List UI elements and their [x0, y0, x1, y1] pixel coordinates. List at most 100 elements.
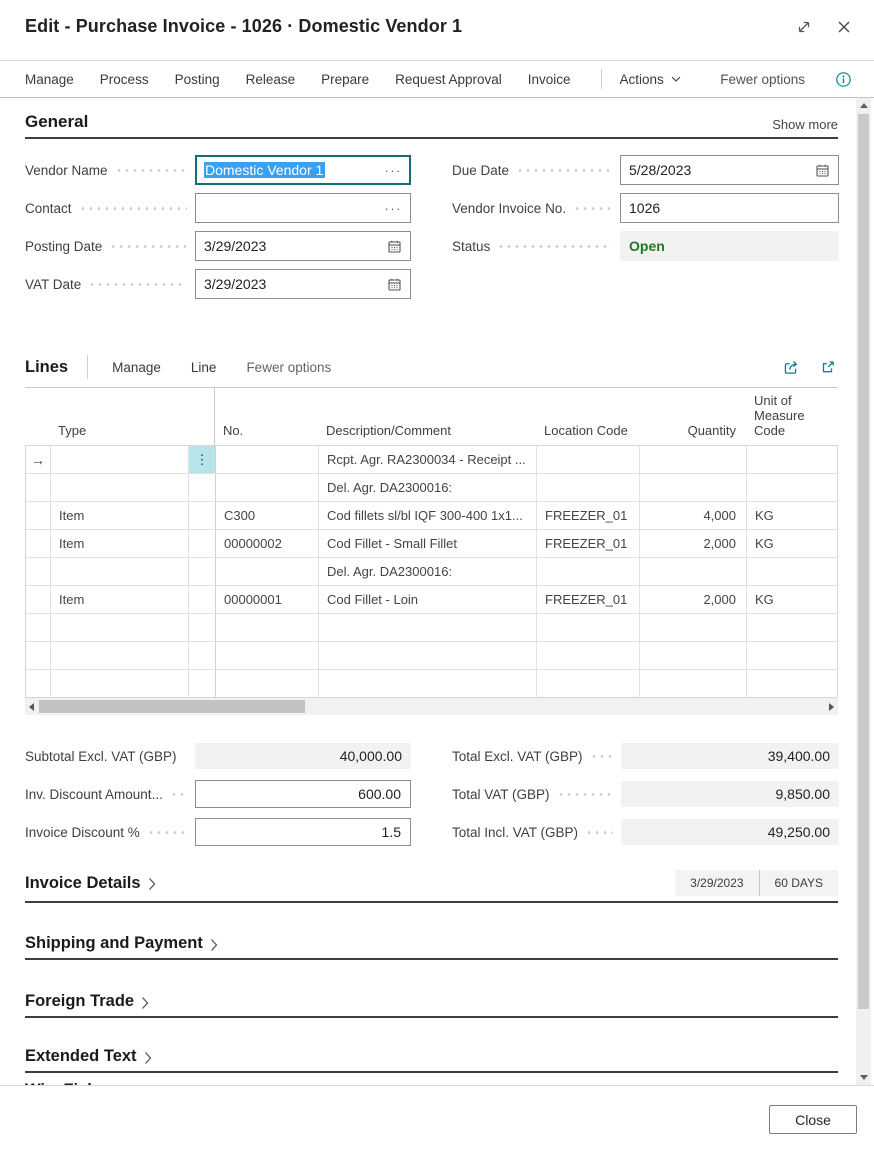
table-row[interactable]: Item C300 Cod fillets sl/bl IQF 300-400 …: [26, 502, 837, 530]
chevron-right-icon[interactable]: [210, 938, 218, 952]
cell-location[interactable]: [537, 474, 640, 501]
close-dialog-icon[interactable]: [836, 19, 852, 35]
cell-type[interactable]: [51, 642, 189, 669]
cell-type[interactable]: [51, 474, 189, 501]
cell-no[interactable]: 00000002: [216, 530, 319, 557]
invoice-discount-pct-input[interactable]: 1.5: [195, 818, 411, 846]
resize-dialog-icon[interactable]: [796, 19, 812, 35]
cell-description[interactable]: [319, 670, 537, 697]
vat-date-input[interactable]: 3/29/2023: [195, 269, 411, 299]
chevron-right-icon[interactable]: [141, 996, 149, 1010]
cell-no[interactable]: [216, 670, 319, 697]
table-row[interactable]: [26, 642, 837, 670]
cell-type[interactable]: Item: [51, 530, 189, 557]
cell-uom[interactable]: [747, 614, 839, 641]
fewer-options-button[interactable]: Fewer options: [720, 72, 805, 87]
table-row[interactable]: [26, 670, 837, 698]
vendor-invoice-no-input[interactable]: 1026: [620, 193, 839, 223]
cell-location[interactable]: [537, 670, 640, 697]
table-row[interactable]: Item 00000002 Cod Fillet - Small Fillet …: [26, 530, 837, 558]
header-quantity[interactable]: Quantity: [639, 423, 746, 445]
cell-uom[interactable]: [747, 446, 839, 473]
cell-uom[interactable]: [747, 558, 839, 585]
page-vertical-scrollbar[interactable]: [856, 98, 871, 1085]
cell-quantity[interactable]: 4,000: [640, 502, 747, 529]
lines-line-menu[interactable]: Line: [191, 360, 217, 375]
table-row[interactable]: Item 00000001 Cod Fillet - Loin FREEZER_…: [26, 586, 837, 614]
chevron-right-icon[interactable]: [148, 877, 156, 891]
ribbon-item-release[interactable]: Release: [246, 72, 296, 87]
foreign-trade-section-title[interactable]: Foreign Trade: [25, 992, 134, 1011]
cell-description[interactable]: Rcpt. Agr. RA2300034 - Receipt ...: [319, 446, 537, 473]
cell-type[interactable]: [51, 558, 189, 585]
cell-type[interactable]: [51, 614, 189, 641]
shipping-and-payment-section-title[interactable]: Shipping and Payment: [25, 934, 203, 953]
assist-edit-icon[interactable]: ···: [385, 163, 403, 178]
horizontal-scroll-thumb[interactable]: [39, 700, 305, 713]
inv-discount-amount-input[interactable]: 600.00: [195, 780, 411, 808]
cell-location[interactable]: [537, 614, 640, 641]
cell-description[interactable]: [319, 614, 537, 641]
cell-uom[interactable]: KG: [747, 586, 839, 613]
cell-quantity[interactable]: 2,000: [640, 530, 747, 557]
table-row[interactable]: Del. Agr. DA2300016:: [26, 474, 837, 502]
scroll-right-arrow-icon[interactable]: [829, 703, 834, 711]
chevron-right-icon[interactable]: [144, 1051, 152, 1065]
cell-quantity[interactable]: [640, 446, 747, 473]
cell-location[interactable]: [537, 558, 640, 585]
cell-uom[interactable]: KG: [747, 502, 839, 529]
header-type[interactable]: Type: [50, 423, 188, 445]
cell-description[interactable]: Cod Fillet - Loin: [319, 586, 537, 613]
cell-quantity[interactable]: [640, 642, 747, 669]
posting-date-input[interactable]: 3/29/2023: [195, 231, 411, 261]
cell-location[interactable]: [537, 642, 640, 669]
cell-no[interactable]: [216, 642, 319, 669]
cell-no[interactable]: [216, 614, 319, 641]
cell-description[interactable]: Del. Agr. DA2300016:: [319, 558, 537, 585]
cell-quantity[interactable]: [640, 474, 747, 501]
extended-text-section-title[interactable]: Extended Text: [25, 1047, 137, 1066]
calendar-icon[interactable]: [387, 277, 402, 292]
cell-location[interactable]: FREEZER_01: [537, 586, 640, 613]
cell-uom[interactable]: [747, 642, 839, 669]
cell-type[interactable]: [51, 446, 189, 473]
lines-fewer-options[interactable]: Fewer options: [246, 360, 331, 375]
cell-description[interactable]: Cod fillets sl/bl IQF 300-400 1x1...: [319, 502, 537, 529]
table-row[interactable]: Del. Agr. DA2300016:: [26, 558, 837, 586]
focus-mode-icon[interactable]: [820, 359, 836, 375]
contact-input[interactable]: ···: [195, 193, 411, 223]
show-more-link[interactable]: Show more: [772, 117, 838, 132]
calendar-icon[interactable]: [387, 239, 402, 254]
vendor-name-input[interactable]: Domestic Vendor 1 ···: [195, 155, 411, 185]
ribbon-item-posting[interactable]: Posting: [175, 72, 220, 87]
cell-location[interactable]: [537, 446, 640, 473]
cell-location[interactable]: FREEZER_01: [537, 530, 640, 557]
cell-location[interactable]: FREEZER_01: [537, 502, 640, 529]
cell-no[interactable]: [216, 558, 319, 585]
ribbon-item-request-approval[interactable]: Request Approval: [395, 72, 502, 87]
header-description[interactable]: Description/Comment: [318, 423, 536, 445]
info-icon[interactable]: [835, 71, 852, 88]
calendar-icon[interactable]: [815, 163, 830, 178]
cell-no[interactable]: C300: [216, 502, 319, 529]
due-date-input[interactable]: 5/28/2023: [620, 155, 839, 185]
table-row[interactable]: → ⋮ Rcpt. Agr. RA2300034 - Receipt ...: [26, 446, 837, 474]
vertical-scroll-thumb[interactable]: [858, 114, 869, 1009]
invoice-details-section-title[interactable]: Invoice Details: [25, 874, 141, 893]
cell-quantity[interactable]: [640, 670, 747, 697]
cell-quantity[interactable]: 2,000: [640, 586, 747, 613]
scroll-up-arrow-icon[interactable]: [860, 103, 868, 108]
cell-quantity[interactable]: [640, 558, 747, 585]
scroll-left-arrow-icon[interactable]: [29, 703, 34, 711]
header-unit-of-measure[interactable]: Unit of Measure Code: [746, 393, 838, 445]
cell-uom[interactable]: [747, 670, 839, 697]
ribbon-item-prepare[interactable]: Prepare: [321, 72, 369, 87]
header-no[interactable]: No.: [215, 423, 318, 445]
cell-type[interactable]: [51, 670, 189, 697]
ribbon-item-invoice[interactable]: Invoice: [528, 72, 571, 87]
cell-type[interactable]: Item: [51, 502, 189, 529]
cell-no[interactable]: [216, 446, 319, 473]
cell-no[interactable]: 00000001: [216, 586, 319, 613]
ribbon-item-process[interactable]: Process: [100, 72, 149, 87]
close-button[interactable]: Close: [769, 1105, 857, 1134]
